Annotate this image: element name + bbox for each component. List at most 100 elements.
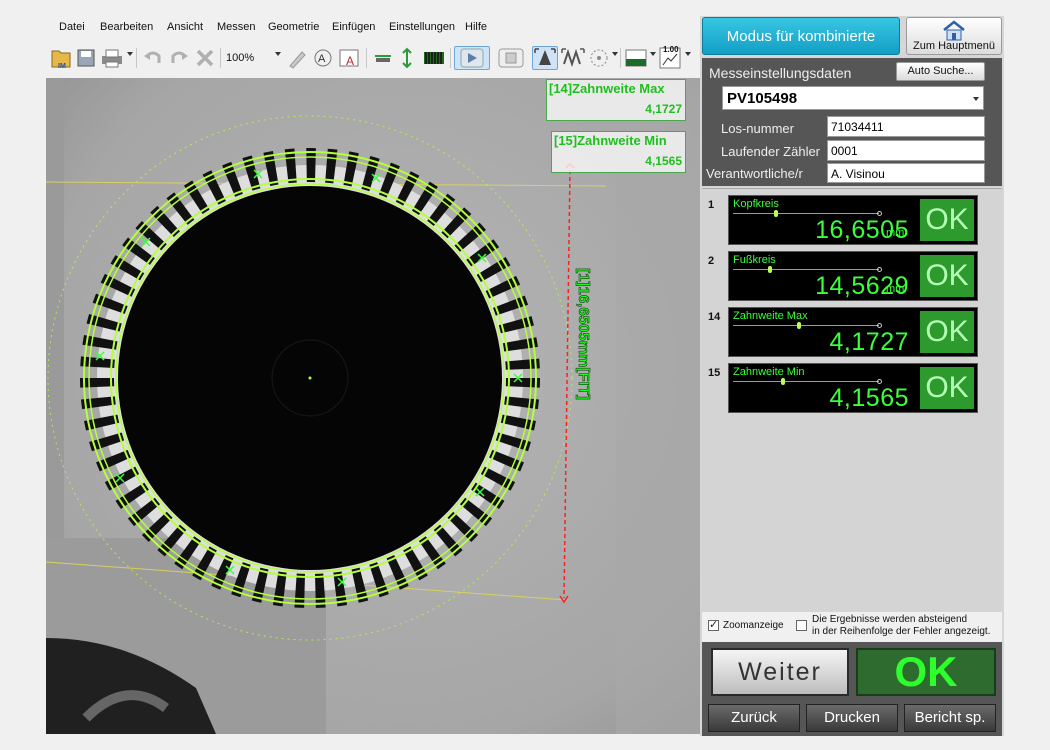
overlay-box-15-value: 4,1565 [645, 154, 682, 168]
result-status: OK [920, 255, 974, 297]
menu-bar: Datei Bearbeiten Ansicht Messen Geometri… [46, 18, 700, 38]
menu-hilfe[interactable]: Hilfe [465, 21, 487, 33]
line-width-icon[interactable]: 1.00 [658, 45, 682, 70]
redo-icon[interactable] [168, 46, 190, 70]
result-slider [733, 378, 882, 385]
lot-number-field[interactable]: 71034411 [827, 116, 985, 137]
overlay-box-15[interactable]: [15]Zahnweite Min 4,1565 [551, 131, 686, 173]
result-number: 2 [708, 255, 715, 267]
operator-label: Verantwortliche/r [706, 166, 803, 181]
result-name: Kopfkreis [733, 198, 779, 210]
play-button[interactable] [454, 46, 490, 70]
chevron-down-icon [973, 97, 979, 101]
measurement-canvas[interactable]: [1]16,6505mm[FIT] [14]Zahnweite Max 4,17… [46, 78, 700, 734]
print-dropdown-icon[interactable] [127, 52, 133, 56]
counter-field[interactable]: 0001 [827, 140, 985, 161]
program-select[interactable]: PV105498 [722, 86, 984, 110]
overall-status-badge: OK [856, 648, 996, 696]
line-measure-icon[interactable] [372, 46, 394, 70]
undo-icon[interactable] [142, 46, 164, 70]
counter-label: Laufender Zähler [721, 144, 821, 159]
toolbar-divider [450, 48, 451, 68]
stop-icon[interactable] [496, 46, 526, 70]
distance-icon[interactable] [396, 46, 418, 70]
center-point [308, 376, 312, 380]
action-panel: Weiter OK Zurück Drucken Bericht sp. [702, 642, 1002, 736]
edge-detect-icon [534, 48, 556, 65]
result-number: 15 [708, 367, 721, 379]
result-slider-marker [797, 322, 802, 329]
next-button[interactable]: Weiter [711, 648, 849, 696]
home-menu-label: Zum Hauptmenü [913, 40, 995, 52]
result-value: 4,1727 [829, 328, 909, 356]
display-options: Zoomanzeige Die Ergebnisse werden abstei… [702, 612, 1002, 642]
results-list: 1 Kopfkreis 16,6505 mm OK 2 Fußkreis 14,… [702, 188, 1002, 611]
home-menu-button[interactable]: Zum Hauptmenü [906, 17, 1002, 55]
result-row[interactable]: 1 Kopfkreis 16,6505 mm OK [702, 193, 1002, 249]
menu-bearbeiten[interactable]: Bearbeiten [100, 21, 153, 33]
menu-messen[interactable]: Messen [217, 21, 256, 33]
zoom-display-label: Zoomanzeige [723, 620, 784, 631]
combined-measurement-mode-button[interactable]: Modus für kombinierte Messungen [702, 17, 900, 83]
auto-edge-icon[interactable] [560, 46, 586, 70]
open-file-icon[interactable]: IM [50, 46, 72, 70]
menu-datei[interactable]: Datei [59, 21, 85, 33]
operator-field[interactable]: A. Visinou [827, 163, 985, 183]
svg-text:A: A [346, 54, 354, 68]
overlay-box-14-value: 4,1727 [645, 102, 682, 116]
zoom-dropdown-icon[interactable] [275, 52, 281, 56]
result-card: Fußkreis 14,5629 mm OK [728, 251, 978, 301]
lot-number-label: Los-nummer [721, 121, 794, 136]
auto-search-button[interactable]: Auto Suche... [896, 62, 985, 81]
fill-color-icon[interactable] [624, 46, 648, 70]
result-name: Zahnweite Min [733, 366, 805, 378]
sort-by-error-label-1: Die Ergebnisse werden absteigend [812, 614, 968, 625]
zoom-display-checkbox[interactable] [708, 618, 719, 631]
result-unit: mm [886, 227, 905, 239]
result-number: 1 [708, 199, 715, 211]
result-slider-marker [768, 266, 773, 273]
result-row[interactable]: 15 Zahnweite Min 4,1565 OK [702, 361, 1002, 417]
result-slider [733, 266, 882, 273]
overlay-box-15-title: [15]Zahnweite Min [554, 133, 667, 148]
result-row[interactable]: 14 Zahnweite Max 4,1727 OK [702, 305, 1002, 361]
toolbar-divider [620, 48, 621, 68]
result-status: OK [920, 199, 974, 241]
camera-view: [1]16,6505mm[FIT] [46, 78, 700, 734]
text-style-icon[interactable]: A [338, 46, 360, 70]
pen-tool-icon[interactable] [286, 46, 308, 70]
play-icon [460, 48, 484, 68]
zoom-level[interactable]: 100% [226, 46, 278, 70]
menu-einstellungen[interactable]: Einstellungen [389, 21, 455, 33]
line-width-dropdown-icon[interactable] [685, 52, 691, 56]
measurement-settings: Messeinstellungsdaten Auto Suche... PV10… [702, 58, 1002, 186]
result-name: Zahnweite Max [733, 310, 808, 322]
circle-select-icon[interactable] [588, 46, 610, 70]
text-frame-icon[interactable]: A [312, 46, 334, 70]
result-slider [733, 322, 882, 329]
delete-icon[interactable] [194, 46, 216, 70]
result-status: OK [920, 367, 974, 409]
back-button[interactable]: Zurück [708, 704, 800, 732]
save-report-button[interactable]: Bericht sp. [904, 704, 996, 732]
toolbar-divider [220, 48, 221, 68]
diameter-dimension-label: [1]16,6505mm[FIT] [575, 268, 592, 400]
menu-einfuegen[interactable]: Einfügen [332, 21, 375, 33]
pattern-icon[interactable] [422, 46, 446, 70]
overlay-box-14[interactable]: [14]Zahnweite Max 4,1727 [546, 79, 686, 121]
fill-color-dropdown-icon[interactable] [650, 52, 656, 56]
print-icon[interactable] [100, 46, 124, 70]
settings-section-label: Messeinstellungsdaten [709, 65, 852, 81]
edge-detect-button[interactable] [532, 46, 558, 70]
result-slider [733, 210, 882, 217]
menu-ansicht[interactable]: Ansicht [167, 21, 203, 33]
result-row[interactable]: 2 Fußkreis 14,5629 mm OK [702, 249, 1002, 305]
save-icon[interactable] [76, 46, 96, 70]
result-card: Zahnweite Min 4,1565 OK [728, 363, 978, 413]
print-button[interactable]: Drucken [806, 704, 898, 732]
result-status: OK [920, 311, 974, 353]
menu-geometrie[interactable]: Geometrie [268, 21, 319, 33]
circle-select-dropdown-icon[interactable] [612, 52, 618, 56]
sort-by-error-checkbox[interactable] [796, 620, 807, 631]
result-slider-marker [773, 210, 778, 217]
